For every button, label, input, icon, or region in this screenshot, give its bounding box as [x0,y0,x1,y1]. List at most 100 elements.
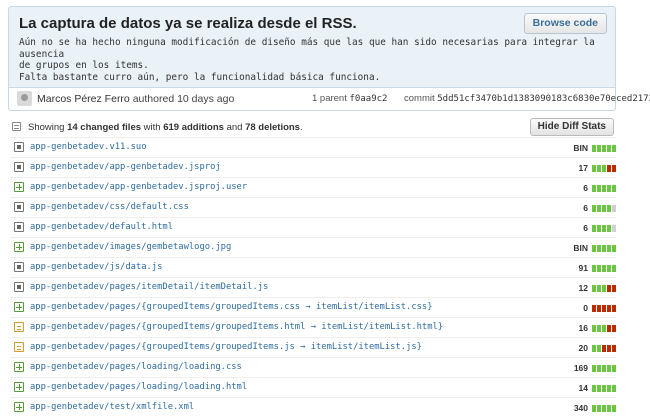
file-path-link[interactable]: app-genbetadev/images/gembetawlogo.jpg [30,242,231,252]
file-path-link[interactable]: app-genbetadev/js/data.js [30,262,162,272]
file-path-link[interactable]: app-genbetadev/css/default.css [30,202,189,212]
summary-suffix: . [299,122,303,133]
diff-summary-bar: Showing 14 changed files with 619 additi… [10,118,616,136]
file-path-link[interactable]: app-genbetadev/app-genbetadev.jsproj.use… [30,182,247,192]
addition-block [602,364,606,372]
diff-stat-blocks [591,224,616,232]
commit-label: commit [404,93,435,104]
addition-block [607,264,611,272]
diff-stat: 91 [579,263,616,273]
addition-block [592,144,596,152]
addition-block [592,204,596,212]
addition-block [597,244,601,252]
addition-block [602,224,606,232]
diff-stat-count: 6 [583,183,588,193]
summary-and: and [226,122,243,133]
addition-block [602,264,606,272]
addition-block [597,224,601,232]
file-path-link[interactable]: app-genbetadev/pages/loading/loading.css [30,362,242,372]
file-added-icon [14,302,24,312]
file-path-link[interactable]: app-genbetadev/pages/{groupedItems/group… [30,302,433,312]
addition-block [612,144,616,152]
addition-block [602,164,606,172]
file-modified-icon [14,262,24,272]
diff-stat: 6 [583,203,616,213]
addition-block [592,244,596,252]
file-path-link[interactable]: app-genbetadev/pages/{groupedItems/group… [30,322,443,332]
file-added-icon [14,382,24,392]
file-path-link[interactable]: app-genbetadev/pages/loading/loading.htm… [30,382,247,392]
addition-block [597,324,601,332]
file-path-link[interactable]: app-genbetadev/app-genbetadev.jsproj [30,162,221,172]
author-name[interactable]: Marcos Pérez Ferro [37,93,130,105]
deletion-block [597,304,601,312]
addition-block [607,144,611,152]
addition-block [602,184,606,192]
addition-block [612,384,616,392]
file-modified-icon [14,202,24,212]
deletion-block [612,324,616,332]
deletion-block [607,304,611,312]
file-added-icon [14,242,24,252]
addition-block [597,284,601,292]
parent-sha-link[interactable]: f0aa9c2 [350,94,388,104]
neutral-block [612,224,616,232]
addition-block [597,344,601,352]
diff-stat-count: 0 [583,303,588,313]
diff-stat-count: 6 [583,203,588,213]
diff-stat-blocks [591,284,616,292]
diff-stat-blocks [591,364,616,372]
addition-block [612,244,616,252]
commit-sha-info: commit 5dd51cf3470b1d1383090183c6830e70e… [404,93,650,104]
file-renamed-icon [14,342,24,352]
diff-stat: 169 [574,363,616,373]
diff-stat: 20 [579,343,616,353]
file-row: app-genbetadev/test/xmlfile.xml 340 [10,397,616,417]
addition-block [592,184,596,192]
commit-sha: 5dd51cf3470b1d1383090183c6830e70eced2172 [437,94,650,104]
file-path-link[interactable]: app-genbetadev/pages/{groupedItems/group… [30,342,422,352]
parent-label: 1 parent [312,93,347,104]
addition-block [612,364,616,372]
diff-summary-text: Showing 14 changed files with 619 additi… [28,122,303,133]
hide-diff-stats-button[interactable]: Hide Diff Stats [529,118,614,136]
diff-stat-count: 14 [578,383,588,393]
browse-code-button[interactable]: Browse code [523,13,607,34]
parent-info: 1 parent f0aa9c2 [312,93,387,104]
file-path-link[interactable]: app-genbetadev/default.html [30,222,173,232]
addition-block [597,364,601,372]
diff-stat-blocks [591,144,616,152]
file-row: app-genbetadev/pages/itemDetail/itemDeta… [10,277,616,297]
diff-stat-blocks [591,324,616,332]
file-path-link[interactable]: app-genbetadev/pages/itemDetail/itemDeta… [30,282,268,292]
diff-stat-count: BIN [573,243,588,253]
diff-stat: 14 [579,383,616,393]
file-row: app-genbetadev/default.html 6 [10,217,616,237]
deletion-block [607,344,611,352]
addition-block [592,344,596,352]
diff-stat-blocks [591,384,616,392]
avatar[interactable] [17,91,32,106]
diff-stat: 17 [579,163,616,173]
addition-block [597,184,601,192]
addition-block [607,224,611,232]
diff-stat-count: 169 [573,363,588,373]
file-modified-icon [14,282,24,292]
addition-block [602,284,606,292]
diff-stat: 6 [583,183,616,193]
summary-mid: with [143,122,161,133]
diff-stat: BIN [573,143,616,153]
changed-files-list: app-genbetadev.v11.suo BIN app-genbetadev/… [10,137,616,417]
file-row: app-genbetadev.v11.suo BIN [10,137,616,157]
diff-stat-count: 340 [573,403,588,413]
diff-stat-blocks [591,304,616,312]
addition-block [602,244,606,252]
diff-stat-count: 6 [583,223,588,233]
commit-meta: Marcos Pérez Ferro authored 10 days ago … [9,87,650,110]
changed-files-count[interactable]: 14 changed files [67,122,141,133]
file-row: app-genbetadev/pages/loading/loading.htm… [10,377,616,397]
addition-block [607,404,611,412]
file-path-link[interactable]: app-genbetadev.v11.suo [30,142,147,152]
diff-stat: 340 [574,403,616,413]
diff-stat: 16 [579,323,616,333]
